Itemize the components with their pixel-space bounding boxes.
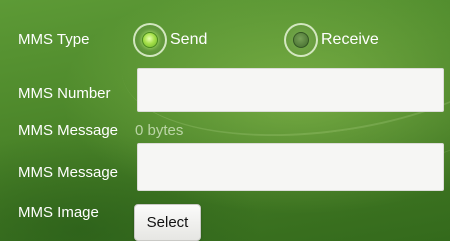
radio-selected-icon (142, 32, 158, 48)
mms-type-label: MMS Type (18, 31, 90, 48)
radio-send-label[interactable]: Send (170, 31, 207, 49)
radio-unselected-icon (293, 32, 309, 48)
radio-send[interactable]: Send (133, 23, 207, 57)
mms-image-label: MMS Image (18, 204, 99, 221)
radio-receive-label[interactable]: Receive (321, 31, 379, 49)
radio-send-ring[interactable] (133, 23, 167, 57)
mms-number-input[interactable] (137, 68, 444, 112)
mms-message-byte-count: 0 bytes (135, 122, 184, 139)
mms-message-size-label: MMS Message (18, 122, 119, 139)
mms-message-label: MMS Message (18, 164, 119, 181)
radio-receive[interactable]: Receive (284, 23, 379, 57)
select-image-button[interactable]: Select (134, 204, 201, 241)
radio-receive-ring[interactable] (284, 23, 318, 57)
mms-form-screen: MMS Type Send Receive MMS Number MMS Mes… (0, 0, 450, 241)
mms-number-label: MMS Number (18, 85, 111, 102)
mms-message-input[interactable] (137, 143, 444, 191)
